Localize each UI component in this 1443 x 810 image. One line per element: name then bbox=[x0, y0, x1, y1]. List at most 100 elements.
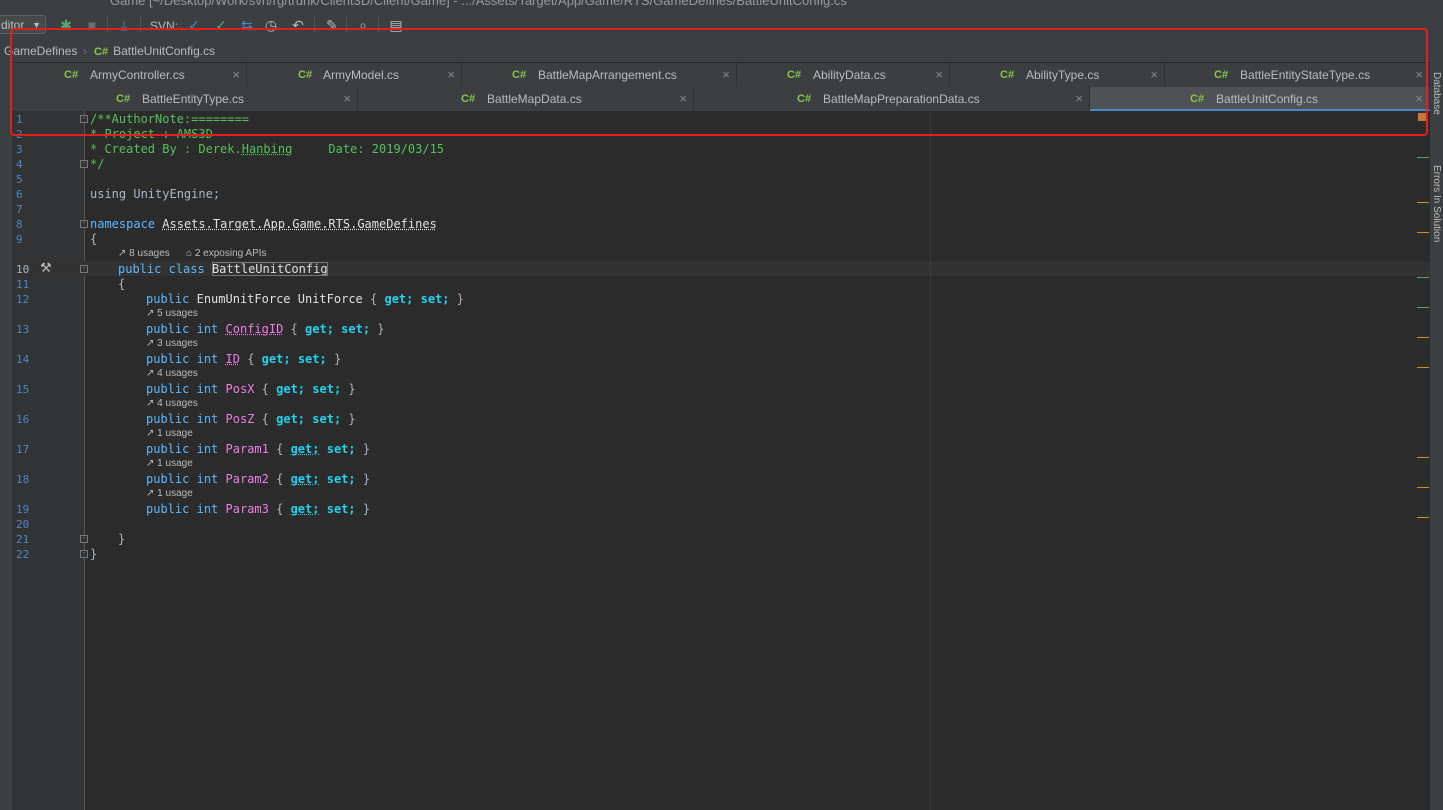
set-accessor: set; bbox=[326, 502, 356, 516]
brace: } bbox=[362, 442, 371, 456]
comment-line: */ bbox=[90, 157, 105, 171]
fold-icon[interactable]: - bbox=[80, 160, 88, 168]
comment-line: * Created By : Derek.Hanbing Date: 2019/… bbox=[90, 142, 444, 156]
window-title: Game [~/Desktop/Work/svn/rg/trunk/Client… bbox=[110, 0, 847, 8]
line-number: 13 bbox=[16, 323, 30, 336]
line-number: 20 bbox=[16, 518, 30, 531]
left-tool-strip bbox=[0, 62, 12, 810]
property-declaration: public EnumUnitForce UnitForce { get; se… bbox=[146, 292, 464, 306]
usages-hint[interactable]: ↗ 8 usages bbox=[118, 248, 170, 259]
brace: { bbox=[290, 322, 298, 336]
line-number: 19 bbox=[16, 503, 30, 516]
fold-icon[interactable]: - bbox=[80, 265, 88, 273]
property-name: ID bbox=[225, 352, 240, 366]
set-accessor: set; bbox=[312, 412, 342, 426]
usages-hint[interactable]: ↗ 4 usages bbox=[146, 398, 198, 409]
usages-label: 8 usages bbox=[129, 248, 170, 259]
keyword: public bbox=[146, 322, 190, 336]
brace: { bbox=[247, 352, 255, 366]
stripe-mark[interactable] bbox=[1417, 157, 1429, 158]
usages-icon: ↗ bbox=[146, 488, 158, 499]
get-accessor: get; bbox=[261, 352, 291, 366]
fold-icon[interactable]: - bbox=[80, 220, 88, 228]
property-type: int bbox=[196, 502, 219, 516]
stripe-mark[interactable] bbox=[1417, 487, 1429, 488]
usages-label: 3 usages bbox=[157, 338, 198, 349]
usages-hint[interactable]: ↗ 5 usages bbox=[146, 308, 198, 319]
keyword: class bbox=[168, 262, 205, 276]
stripe-mark[interactable] bbox=[1417, 307, 1429, 308]
property-type: int bbox=[196, 322, 219, 336]
property-declaration: public int Param3 { get; set; } bbox=[146, 502, 370, 516]
database-panel-tab[interactable]: Database bbox=[1431, 72, 1442, 115]
line-number: 22 bbox=[16, 548, 30, 561]
comment-text: * Created By : Derek. bbox=[90, 142, 242, 156]
brace: { bbox=[276, 442, 284, 456]
line-number: 21 bbox=[16, 533, 30, 546]
usages-hint[interactable]: ↗ 3 usages bbox=[146, 338, 198, 349]
property-name: ConfigID bbox=[225, 322, 284, 336]
errors-in-solution-panel-tab[interactable]: Errors In Solution bbox=[1431, 165, 1442, 242]
get-accessor: get; bbox=[290, 472, 320, 486]
namespace-ref: UnityEngine; bbox=[133, 187, 221, 201]
set-accessor: set; bbox=[326, 442, 356, 456]
stripe-mark[interactable] bbox=[1417, 367, 1429, 368]
stripe-mark[interactable] bbox=[1417, 337, 1429, 338]
brace: { bbox=[370, 292, 378, 306]
usages-hint[interactable]: ↗ 1 usage bbox=[146, 428, 193, 439]
set-accessor: set; bbox=[297, 352, 327, 366]
exposing-apis-hint[interactable]: ⌂ 2 exposing APIs bbox=[186, 248, 267, 259]
comment-text: Hanbing bbox=[241, 142, 293, 156]
set-accessor: set; bbox=[420, 292, 450, 306]
property-type: int bbox=[196, 442, 219, 456]
property-name: Param3 bbox=[225, 502, 269, 516]
get-accessor: get; bbox=[384, 292, 414, 306]
usages-hint[interactable]: ↗ 4 usages bbox=[146, 368, 198, 379]
property-name: Param1 bbox=[225, 442, 269, 456]
namespace-declaration: namespace Assets.Target.App.Game.RTS.Gam… bbox=[90, 217, 437, 231]
line-number: 18 bbox=[16, 473, 30, 486]
usages-label: 4 usages bbox=[157, 398, 198, 409]
get-accessor: get; bbox=[276, 412, 306, 426]
line-number: 8 bbox=[16, 218, 23, 231]
set-accessor: set; bbox=[312, 382, 342, 396]
line-number: 17 bbox=[16, 443, 30, 456]
usages-hint[interactable]: ↗ 1 usage bbox=[146, 488, 193, 499]
using-statement: using UnityEngine; bbox=[90, 187, 220, 201]
usages-label: 4 usages bbox=[157, 368, 198, 379]
brace: } bbox=[348, 382, 356, 396]
stripe-mark[interactable] bbox=[1417, 277, 1429, 278]
window-titlebar: Game [~/Desktop/Work/svn/rg/trunk/Client… bbox=[0, 0, 1443, 9]
brace: } bbox=[362, 502, 371, 516]
fold-icon[interactable]: - bbox=[80, 550, 88, 558]
usages-hint[interactable]: ↗ 1 usage bbox=[146, 458, 193, 469]
stripe-mark[interactable] bbox=[1417, 202, 1429, 203]
keyword: public bbox=[146, 502, 190, 516]
property-type: int bbox=[196, 412, 219, 426]
property-name: PosZ bbox=[225, 412, 255, 426]
property-declaration: public int Param1 { get; set; } bbox=[146, 442, 370, 456]
property-declaration: public int PosZ { get; set; } bbox=[146, 412, 356, 426]
fold-icon[interactable]: - bbox=[80, 535, 88, 543]
brace: } bbox=[362, 472, 371, 486]
brace: { bbox=[261, 382, 269, 396]
code-editor[interactable] bbox=[85, 111, 1430, 810]
brace: } bbox=[456, 292, 464, 306]
property-declaration: public int Param2 { get; set; } bbox=[146, 472, 370, 486]
line-number: 6 bbox=[16, 188, 23, 201]
usages-label: 1 usage bbox=[157, 488, 193, 499]
stripe-mark[interactable] bbox=[1417, 457, 1429, 458]
property-type: int bbox=[196, 382, 219, 396]
line-number: 9 bbox=[16, 233, 23, 246]
usages-icon: ↗ bbox=[146, 368, 158, 379]
line-number: 5 bbox=[16, 173, 23, 186]
class-name: BattleUnitConfig bbox=[211, 262, 328, 276]
namespace-name: Assets.Target.App.Game.RTS.GameDefines bbox=[162, 217, 437, 231]
stripe-mark[interactable] bbox=[1417, 517, 1429, 518]
property-type: int bbox=[196, 472, 219, 486]
stripe-mark[interactable] bbox=[1417, 232, 1429, 233]
property-name: UnitForce bbox=[297, 292, 363, 306]
hammer-icon[interactable]: ⚒ bbox=[40, 260, 52, 276]
api-icon: ⌂ bbox=[186, 248, 195, 259]
usages-icon: ↗ bbox=[118, 248, 130, 259]
